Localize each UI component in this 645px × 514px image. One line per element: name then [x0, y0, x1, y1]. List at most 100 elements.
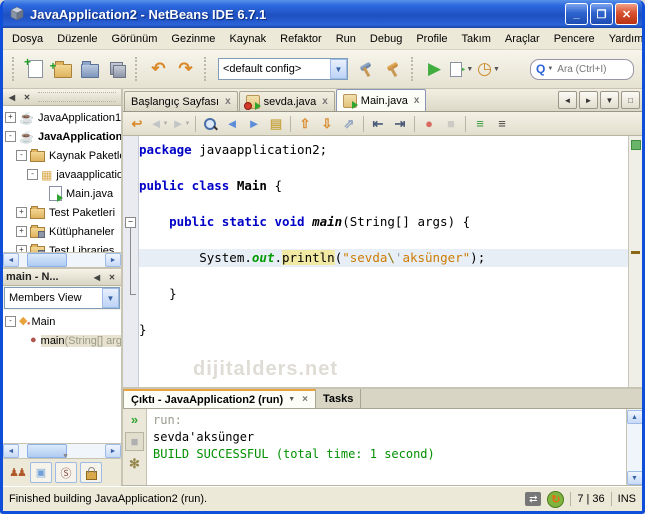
find-previous-button[interactable]: ◄ — [221, 114, 243, 134]
menu-navigate[interactable]: Gezinme — [164, 30, 222, 48]
quick-search-box[interactable]: Q ▼ — [530, 58, 634, 80]
menu-edit[interactable]: Düzenle — [50, 30, 104, 48]
menu-view[interactable]: Görünüm — [105, 30, 165, 48]
scrollbar-thumb[interactable] — [27, 253, 67, 267]
tree-expander-icon[interactable]: + — [5, 112, 16, 123]
navigator-item-class-main[interactable]: -◆Main — [3, 312, 121, 331]
close-tab-icon[interactable]: x — [414, 95, 420, 106]
scroll-right-icon[interactable]: ► — [105, 253, 121, 267]
scroll-right-icon[interactable]: ► — [105, 444, 121, 458]
last-edit-position-button[interactable]: ↩ — [126, 114, 148, 134]
output-vscrollbar[interactable]: ▲ ▼ — [626, 409, 642, 486]
tree-item-libraries[interactable]: + Kütüphaneler — [3, 222, 121, 241]
config-combobox[interactable]: <default config> ▼ — [218, 58, 348, 80]
tree-item-project-javaapplication2[interactable]: - ☕ JavaApplication2 — [3, 127, 121, 146]
menu-help[interactable]: Yardım — [602, 30, 642, 48]
close-panel-icon[interactable]: ✕ — [21, 91, 33, 103]
show-fields-button[interactable]: ▣ — [30, 462, 52, 483]
projects-tree[interactable]: + ☕ JavaApplication1- ☕ JavaApplication2- Kay… — [3, 106, 121, 252]
ant-settings-button[interactable]: ✻ — [126, 455, 143, 472]
comment-button[interactable]: ≡ — [469, 114, 491, 134]
fold-gutter[interactable] — [123, 249, 139, 267]
scroll-left-icon[interactable]: ◄ — [3, 444, 19, 458]
output-filter-icon[interactable]: ▼ — [288, 396, 295, 403]
menu-tools[interactable]: Araçlar — [498, 30, 547, 48]
open-project-button[interactable] — [76, 56, 103, 83]
navigator-panel-header[interactable]: main - N... ◀ ✕ — [3, 269, 121, 286]
navigator-view-dropdown-icon[interactable]: ▼ — [102, 288, 119, 308]
output-tab-tasks[interactable]: Tasks — [315, 389, 362, 408]
tree-expander-icon[interactable]: - — [5, 131, 16, 142]
undo-button[interactable]: ↶ — [145, 56, 172, 83]
fold-gutter[interactable] — [123, 267, 139, 285]
debug-project-button[interactable]: ▶▼ — [448, 56, 475, 83]
output-console[interactable]: run: sevda'aksünger BUILD SUCCESSFUL (tota… — [147, 409, 626, 486]
search-input[interactable] — [555, 62, 618, 76]
run-project-button[interactable]: ▶ — [421, 56, 448, 83]
find-next-button[interactable]: ► — [243, 114, 265, 134]
menu-source[interactable]: Kaynak — [222, 30, 273, 48]
tree-expander-icon[interactable]: + — [16, 226, 27, 237]
tree-item-package-javaapplication2[interactable]: -▦javaapplication2 — [3, 165, 121, 184]
code-editor[interactable]: package javaapplication2; public class M… — [123, 136, 642, 387]
minimize-button[interactable]: _ — [565, 3, 588, 25]
tree-item-source-packages[interactable]: - Kaynak Paketleri — [3, 146, 121, 165]
back-button[interactable]: ◄ ▼ — [148, 114, 170, 134]
back-dropdown-icon[interactable]: ▼ — [162, 121, 168, 127]
clean-build-project-button[interactable] — [379, 56, 406, 83]
previous-bookmark-button[interactable]: ⇧ — [294, 114, 316, 134]
fold-gutter[interactable] — [123, 231, 139, 249]
tree-item-test-libraries[interactable]: + Test Libraries — [3, 241, 121, 252]
navigator-tree[interactable]: -◆Main●main(String[] args) — [3, 310, 121, 350]
tree-expander-icon[interactable]: - — [27, 169, 38, 180]
projects-panel-header[interactable]: ◀ ✕ — [3, 89, 121, 106]
shift-line-left-button[interactable]: ⇤ — [367, 114, 389, 134]
fold-collapse-icon[interactable]: − — [125, 217, 136, 228]
splitter-handle-icon[interactable]: ▼ — [62, 453, 69, 460]
close-panel-icon[interactable]: ✕ — [106, 271, 118, 283]
menu-run[interactable]: Run — [329, 30, 363, 48]
scroll-left-icon[interactable]: ◄ — [3, 253, 19, 267]
auto-hide-icon[interactable]: ◀ — [6, 91, 18, 103]
show-inherited-members-button[interactable]: ♟♟ — [7, 463, 27, 482]
start-macro-recording-button[interactable]: ● — [418, 114, 440, 134]
search-dropdown-icon[interactable]: ▼ — [547, 66, 553, 72]
scroll-down-icon[interactable]: ▼ — [626, 471, 642, 485]
new-project-button[interactable] — [49, 56, 76, 83]
tree-item-test-packages[interactable]: + Test Paketleri — [3, 203, 121, 222]
tree-expander-icon[interactable]: + — [16, 245, 27, 252]
profile-dropdown-icon[interactable]: ▼ — [493, 66, 500, 73]
uncomment-button[interactable]: ≡ — [491, 114, 513, 134]
stop-macro-recording-button[interactable]: ■ — [440, 114, 462, 134]
menu-profile[interactable]: Profile — [409, 30, 454, 48]
tree-expander-icon[interactable]: + — [16, 207, 27, 218]
stop-run-button[interactable]: ■ — [125, 432, 144, 451]
auto-hide-icon[interactable]: ◀ — [91, 271, 103, 283]
scrollbar-thumb[interactable] — [27, 444, 67, 458]
show-non-public-members-button[interactable] — [80, 462, 102, 483]
tree-expander-icon[interactable]: - — [16, 150, 27, 161]
tab-start-page[interactable]: Başlangıç Sayfası x — [124, 91, 238, 111]
show-static-members-button[interactable]: Ⓢ — [55, 462, 77, 483]
error-stripe[interactable] — [628, 136, 642, 387]
maximize-button[interactable]: ❐ — [590, 3, 613, 25]
menu-window[interactable]: Pencere — [547, 30, 602, 48]
menu-debug[interactable]: Debug — [363, 30, 409, 48]
toggle-highlight-search-button[interactable]: ▤ — [265, 114, 287, 134]
tab-sevda-java[interactable]: sevda.java x — [238, 91, 335, 111]
build-project-button[interactable] — [352, 56, 379, 83]
menu-file[interactable]: Dosya — [5, 30, 50, 48]
close-tab-icon[interactable]: x — [322, 96, 328, 107]
rerun-button[interactable]: » — [126, 411, 143, 428]
profile-project-button[interactable]: ◷ ▼ — [475, 56, 502, 83]
fold-gutter[interactable]: − — [123, 213, 139, 231]
tree-expander-icon[interactable]: - — [5, 316, 16, 327]
scroll-tabs-left-button[interactable]: ◄ — [558, 91, 577, 109]
close-button[interactable]: ✕ — [615, 3, 638, 25]
tree-item-file-main-java[interactable]: Main.java — [3, 184, 121, 203]
forward-button[interactable]: ► ▼ — [170, 114, 192, 134]
new-file-button[interactable] — [22, 55, 49, 83]
fold-gutter[interactable] — [123, 285, 139, 303]
close-tab-icon[interactable]: x — [225, 96, 231, 107]
tab-main-java[interactable]: Main.java x — [335, 89, 427, 111]
